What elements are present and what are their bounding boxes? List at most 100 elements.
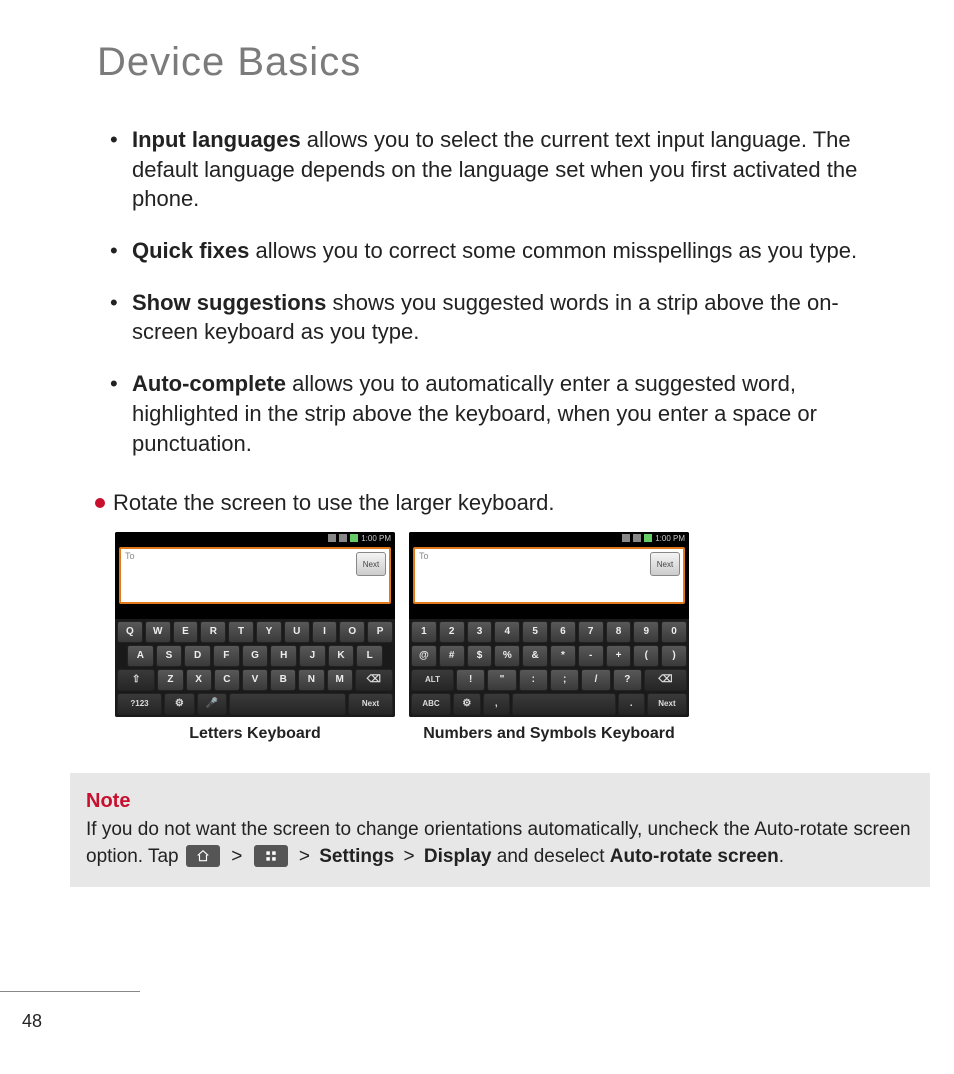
- screenshot-numbers-keyboard: 1:00 PM To Next 1 2 3 4 5 6 7 8 9 0: [409, 532, 689, 717]
- key: K: [328, 645, 355, 667]
- next-button: Next: [356, 552, 386, 576]
- footer-rule: [0, 991, 140, 992]
- rotate-instruction: Rotate the screen to use the larger keyb…: [95, 488, 894, 518]
- key: C: [214, 669, 240, 691]
- backspace-key: ⌫: [644, 669, 687, 691]
- path-settings: Settings: [319, 846, 394, 867]
- key: W: [145, 621, 171, 643]
- key: A: [127, 645, 154, 667]
- key: +: [606, 645, 632, 667]
- key: J: [299, 645, 326, 667]
- battery-icon: [644, 534, 652, 542]
- period-key: .: [618, 693, 645, 715]
- key: V: [242, 669, 268, 691]
- screenshot-letters-keyboard: 1:00 PM To Next Q W E R T Y U I O P: [115, 532, 395, 717]
- key: Z: [157, 669, 183, 691]
- key: T: [228, 621, 254, 643]
- key: F: [213, 645, 240, 667]
- key: 3: [467, 621, 493, 643]
- suggestion-bar: [115, 606, 395, 619]
- keyboard-letters: Q W E R T Y U I O P A S D F G H: [115, 619, 395, 717]
- keyboard-numbers: 1 2 3 4 5 6 7 8 9 0 @ # $ % & *: [409, 619, 689, 717]
- alt-key: ALT: [411, 669, 454, 691]
- key: N: [298, 669, 324, 691]
- breadcrumb-sep: >: [403, 846, 414, 867]
- note-box: Note If you do not want the screen to ch…: [70, 773, 930, 887]
- space-key: [229, 693, 346, 715]
- path-display: Display: [424, 846, 492, 867]
- key: %: [494, 645, 520, 667]
- status-bar: 1:00 PM: [409, 532, 689, 545]
- feature-desc: allows you to correct some common misspe…: [249, 238, 857, 263]
- status-time: 1:00 PM: [655, 534, 685, 543]
- key: ;: [550, 669, 579, 691]
- key: *: [550, 645, 576, 667]
- next-key: Next: [647, 693, 687, 715]
- next-button: Next: [650, 552, 680, 576]
- key: P: [367, 621, 393, 643]
- battery-icon: [350, 534, 358, 542]
- key: @: [411, 645, 437, 667]
- bullet-icon: [95, 498, 105, 508]
- rotate-text: Rotate the screen to use the larger keyb…: [113, 488, 554, 518]
- key: B: [270, 669, 296, 691]
- key: M: [327, 669, 353, 691]
- list-item: Quick fixes allows you to correct some c…: [110, 236, 894, 266]
- key: S: [156, 645, 183, 667]
- key: L: [356, 645, 383, 667]
- key: 6: [550, 621, 576, 643]
- note-body-mid: and deselect: [497, 846, 610, 867]
- mic-key: 🎤: [197, 693, 228, 715]
- status-time: 1:00 PM: [361, 534, 391, 543]
- key: 1: [411, 621, 437, 643]
- key: 2: [439, 621, 465, 643]
- list-item: Input languages allows you to select the…: [110, 125, 894, 214]
- caption-numbers: Numbers and Symbols Keyboard: [409, 725, 689, 743]
- backspace-key: ⌫: [355, 669, 393, 691]
- key: Q: [117, 621, 143, 643]
- key: 0: [661, 621, 687, 643]
- screenshot-captions: Letters Keyboard Numbers and Symbols Key…: [115, 725, 894, 743]
- key: R: [200, 621, 226, 643]
- key: 5: [522, 621, 548, 643]
- key: #: [439, 645, 465, 667]
- key: E: [173, 621, 199, 643]
- key: ": [487, 669, 516, 691]
- breadcrumb-sep: >: [299, 846, 310, 867]
- key: /: [581, 669, 610, 691]
- screenshot-row: 1:00 PM To Next Q W E R T Y U I O P: [115, 532, 894, 717]
- network-icon: [633, 534, 641, 542]
- feature-label: Auto-complete: [132, 371, 286, 396]
- signal-icon: [328, 534, 336, 542]
- key: $: [467, 645, 493, 667]
- home-icon: [186, 845, 220, 867]
- key: Y: [256, 621, 282, 643]
- key: -: [578, 645, 604, 667]
- next-key: Next: [348, 693, 393, 715]
- note-heading: Note: [86, 787, 914, 816]
- key: ?: [613, 669, 642, 691]
- key: !: [456, 669, 485, 691]
- comma-key: ,: [483, 693, 510, 715]
- caption-letters: Letters Keyboard: [115, 725, 395, 743]
- key: ): [661, 645, 687, 667]
- key: 9: [633, 621, 659, 643]
- network-icon: [339, 534, 347, 542]
- shift-key: ⇧: [117, 669, 155, 691]
- key: G: [242, 645, 269, 667]
- key: (: [633, 645, 659, 667]
- symbol-toggle-key: ?123: [117, 693, 162, 715]
- list-item: Auto-complete allows you to automaticall…: [110, 369, 894, 458]
- apps-icon: [254, 845, 288, 867]
- key: D: [184, 645, 211, 667]
- path-autorotate: Auto-rotate screen: [610, 846, 779, 867]
- key: 4: [494, 621, 520, 643]
- key: :: [519, 669, 548, 691]
- key: X: [186, 669, 212, 691]
- settings-key: ⚙: [453, 693, 480, 715]
- settings-key: ⚙: [164, 693, 195, 715]
- text-input-area: To Next: [119, 547, 391, 604]
- feature-label: Quick fixes: [132, 238, 249, 263]
- page-number: 48: [22, 1011, 42, 1032]
- breadcrumb-sep: >: [231, 846, 242, 867]
